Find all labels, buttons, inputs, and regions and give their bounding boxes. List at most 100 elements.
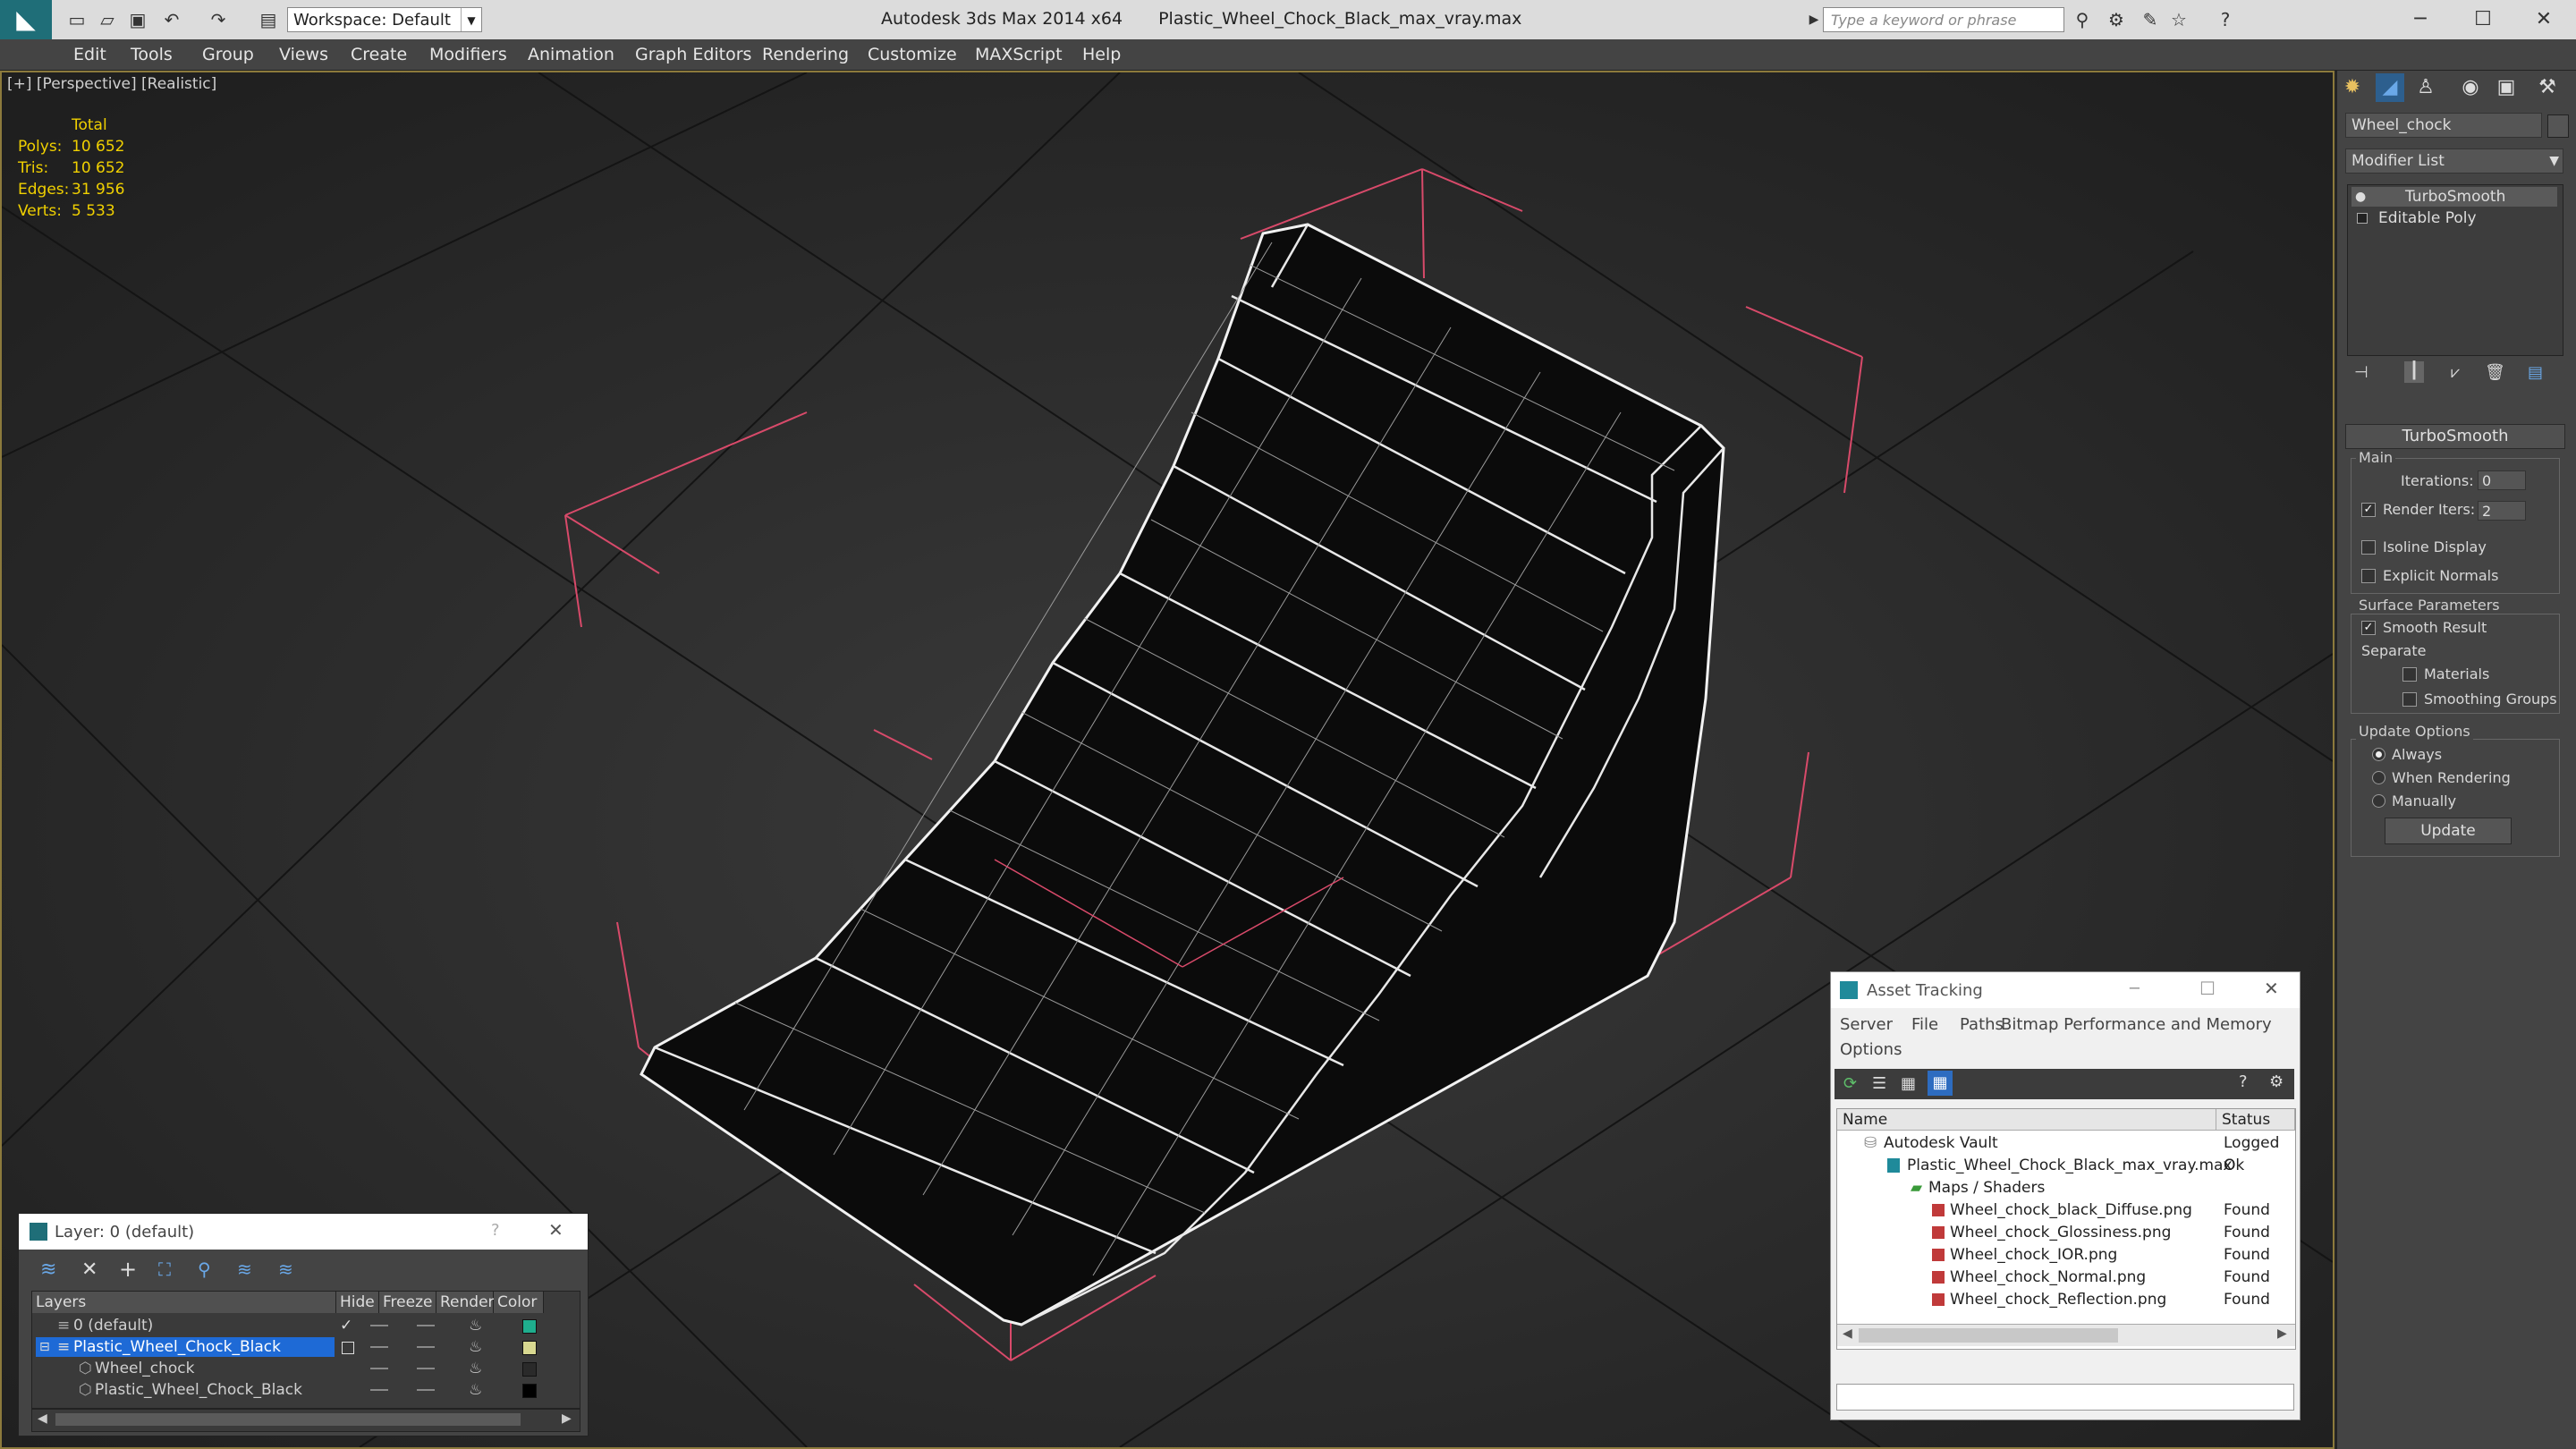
highlight-layer-icon[interactable]: ⚲: [198, 1258, 211, 1280]
freeze-toggle[interactable]: [417, 1346, 435, 1348]
asset-path-field[interactable]: [1836, 1384, 2294, 1411]
remove-modifier-icon[interactable]: 🗑: [2485, 363, 2505, 382]
hierarchy-tab-icon[interactable]: ♙: [2411, 73, 2440, 102]
freeze-all-icon[interactable]: ≋: [278, 1258, 293, 1280]
scroll-left-icon[interactable]: ◀: [38, 1411, 47, 1426]
asset-row[interactable]: ▰ Maps / Shaders: [1837, 1177, 2295, 1199]
freeze-toggle[interactable]: [417, 1368, 435, 1369]
communication-center-icon[interactable]: ⚙: [2106, 9, 2127, 30]
menu-help[interactable]: Help: [1082, 45, 1121, 64]
active-layer-check-icon[interactable]: ✓: [340, 1315, 352, 1336]
expand-collapse-icon[interactable]: ⊟: [39, 1336, 50, 1358]
layer-row[interactable]: ⬡ Plastic_Wheel_Chock_Black ♨: [32, 1379, 580, 1401]
maximize-button[interactable]: ☐: [2462, 4, 2504, 36]
col-layers-header[interactable]: Layers: [32, 1292, 336, 1313]
materials-checkbox[interactable]: [2402, 667, 2417, 682]
stack-item-editable-poly[interactable]: Editable Poly: [2351, 208, 2557, 228]
select-objects-icon[interactable]: ⛶: [158, 1258, 171, 1280]
object-color-swatch[interactable]: [2547, 114, 2569, 138]
layer-row[interactable]: ⬡ Wheel_chock ♨: [32, 1358, 580, 1379]
asset-row[interactable]: Wheel_chock_Normal.png Found: [1837, 1267, 2295, 1289]
object-name-field[interactable]: Wheel_chock: [2345, 113, 2542, 138]
smoothing-groups-checkbox[interactable]: [2402, 692, 2417, 707]
asset-row[interactable]: ⛁ Autodesk Vault Logged O: [1837, 1132, 2295, 1174]
menu-group[interactable]: Group: [202, 45, 254, 64]
isoline-display-checkbox[interactable]: [2361, 540, 2376, 555]
scroll-thumb[interactable]: [1859, 1328, 2118, 1343]
layer-color-swatch[interactable]: [522, 1384, 537, 1398]
layer-titlebar[interactable]: Layer: 0 (default) ? ✕: [19, 1214, 588, 1250]
asset-minimize-button[interactable]: ─: [2130, 979, 2140, 998]
app-logo-icon[interactable]: ◣: [0, 0, 52, 39]
asset-close-button[interactable]: ✕: [2264, 978, 2279, 999]
workspace-dropdown[interactable]: Workspace: Default ▼: [287, 7, 482, 32]
col-hide-header[interactable]: Hide: [336, 1292, 379, 1313]
redo-icon[interactable]: ↷: [208, 9, 229, 30]
new-file-icon[interactable]: ▭: [66, 9, 88, 30]
configure-sets-icon[interactable]: ▤: [2528, 363, 2543, 382]
project-folder-icon[interactable]: ▤: [258, 9, 279, 30]
smooth-result-checkbox[interactable]: ✓: [2361, 621, 2376, 635]
menu-views[interactable]: Views: [279, 45, 328, 64]
scroll-right-icon[interactable]: ▶: [562, 1411, 572, 1426]
explicit-normals-checkbox[interactable]: [2361, 569, 2376, 583]
list-view-icon[interactable]: ☰: [1872, 1074, 1886, 1093]
open-file-icon[interactable]: ▱: [97, 9, 118, 30]
hide-all-icon[interactable]: ≋: [237, 1258, 252, 1280]
layer-row[interactable]: ⊟ ≡ Plastic_Wheel_Chock_Black ♨: [32, 1336, 580, 1358]
layer-row[interactable]: ≡ 0 (default) ✓ ♨: [32, 1315, 580, 1336]
tree-view-icon[interactable]: ▦: [1901, 1074, 1916, 1093]
iterations-spinner[interactable]: 0: [2478, 470, 2526, 490]
make-current-box-icon[interactable]: [342, 1342, 354, 1354]
help-icon[interactable]: ?: [2239, 1072, 2248, 1091]
delete-layer-icon[interactable]: ✕: [81, 1258, 97, 1281]
render-teapot-icon[interactable]: ♨: [469, 1336, 482, 1358]
sign-in-icon[interactable]: ✎: [2140, 9, 2161, 30]
pin-stack-icon[interactable]: ⊣: [2354, 363, 2368, 382]
render-teapot-icon[interactable]: ♨: [469, 1358, 482, 1379]
menu-animation[interactable]: Animation: [528, 45, 614, 64]
col-name-header[interactable]: Name: [1837, 1109, 2216, 1131]
table-view-icon[interactable]: ▦: [1928, 1071, 1953, 1096]
settings-icon[interactable]: ⚙: [2269, 1072, 2284, 1091]
asset-maximize-button[interactable]: ☐: [2199, 978, 2216, 999]
col-color-header[interactable]: Color: [494, 1292, 544, 1313]
scroll-thumb[interactable]: [55, 1413, 521, 1426]
layer-color-swatch[interactable]: [522, 1362, 537, 1377]
asset-row[interactable]: Plastic_Wheel_Chock_Black_max_vray.max O…: [1837, 1155, 2295, 1177]
create-tab-icon[interactable]: ✹: [2338, 73, 2367, 102]
render-teapot-icon[interactable]: ♨: [469, 1315, 482, 1336]
close-button[interactable]: ✕: [2522, 4, 2565, 36]
lightbulb-icon[interactable]: ●: [2355, 187, 2366, 207]
menu-rendering[interactable]: Rendering: [762, 45, 849, 64]
hide-toggle[interactable]: [370, 1325, 388, 1326]
menu-graph-editors[interactable]: Graph Editors: [635, 45, 751, 64]
col-render-header[interactable]: Render: [436, 1292, 495, 1313]
add-to-layer-icon[interactable]: +: [119, 1257, 137, 1282]
save-file-icon[interactable]: ▣: [127, 9, 148, 30]
menu-maxscript[interactable]: MAXScript: [975, 45, 1063, 64]
favorites-star-icon[interactable]: ☆: [2168, 9, 2190, 30]
update-button[interactable]: Update: [2385, 818, 2512, 844]
asset-menu-file[interactable]: File: [1911, 1015, 1938, 1034]
freeze-toggle[interactable]: [417, 1389, 435, 1391]
make-unique-icon[interactable]: ⩗: [2451, 363, 2460, 382]
scroll-left-icon[interactable]: ◀: [1843, 1326, 1852, 1341]
asset-row[interactable]: Wheel_chock_Glossiness.png Found: [1837, 1222, 2295, 1244]
expand-box-icon[interactable]: [2357, 213, 2368, 224]
binoculars-icon[interactable]: ⚲: [2072, 9, 2093, 30]
manually-radio[interactable]: [2372, 794, 2385, 808]
asset-tracking-titlebar[interactable]: Asset Tracking ─ ☐ ✕: [1831, 972, 2300, 1008]
asset-menu-options[interactable]: Options: [1840, 1040, 1902, 1059]
render-teapot-icon[interactable]: ♨: [469, 1379, 482, 1401]
turbosmooth-rollout-header[interactable]: TurboSmooth: [2345, 424, 2565, 449]
menu-modifiers[interactable]: Modifiers: [429, 45, 507, 64]
add-layer-icon[interactable]: ≋: [40, 1258, 56, 1281]
viewport-label[interactable]: [+] [Perspective] [Realistic]: [7, 75, 216, 93]
hide-toggle[interactable]: [370, 1389, 388, 1391]
menu-edit[interactable]: Edit: [73, 45, 106, 64]
layer-close-button[interactable]: ✕: [548, 1219, 564, 1241]
hide-toggle[interactable]: [370, 1346, 388, 1348]
asset-menu-paths[interactable]: Paths: [1960, 1015, 2004, 1034]
display-tab-icon[interactable]: ▣: [2492, 73, 2521, 102]
